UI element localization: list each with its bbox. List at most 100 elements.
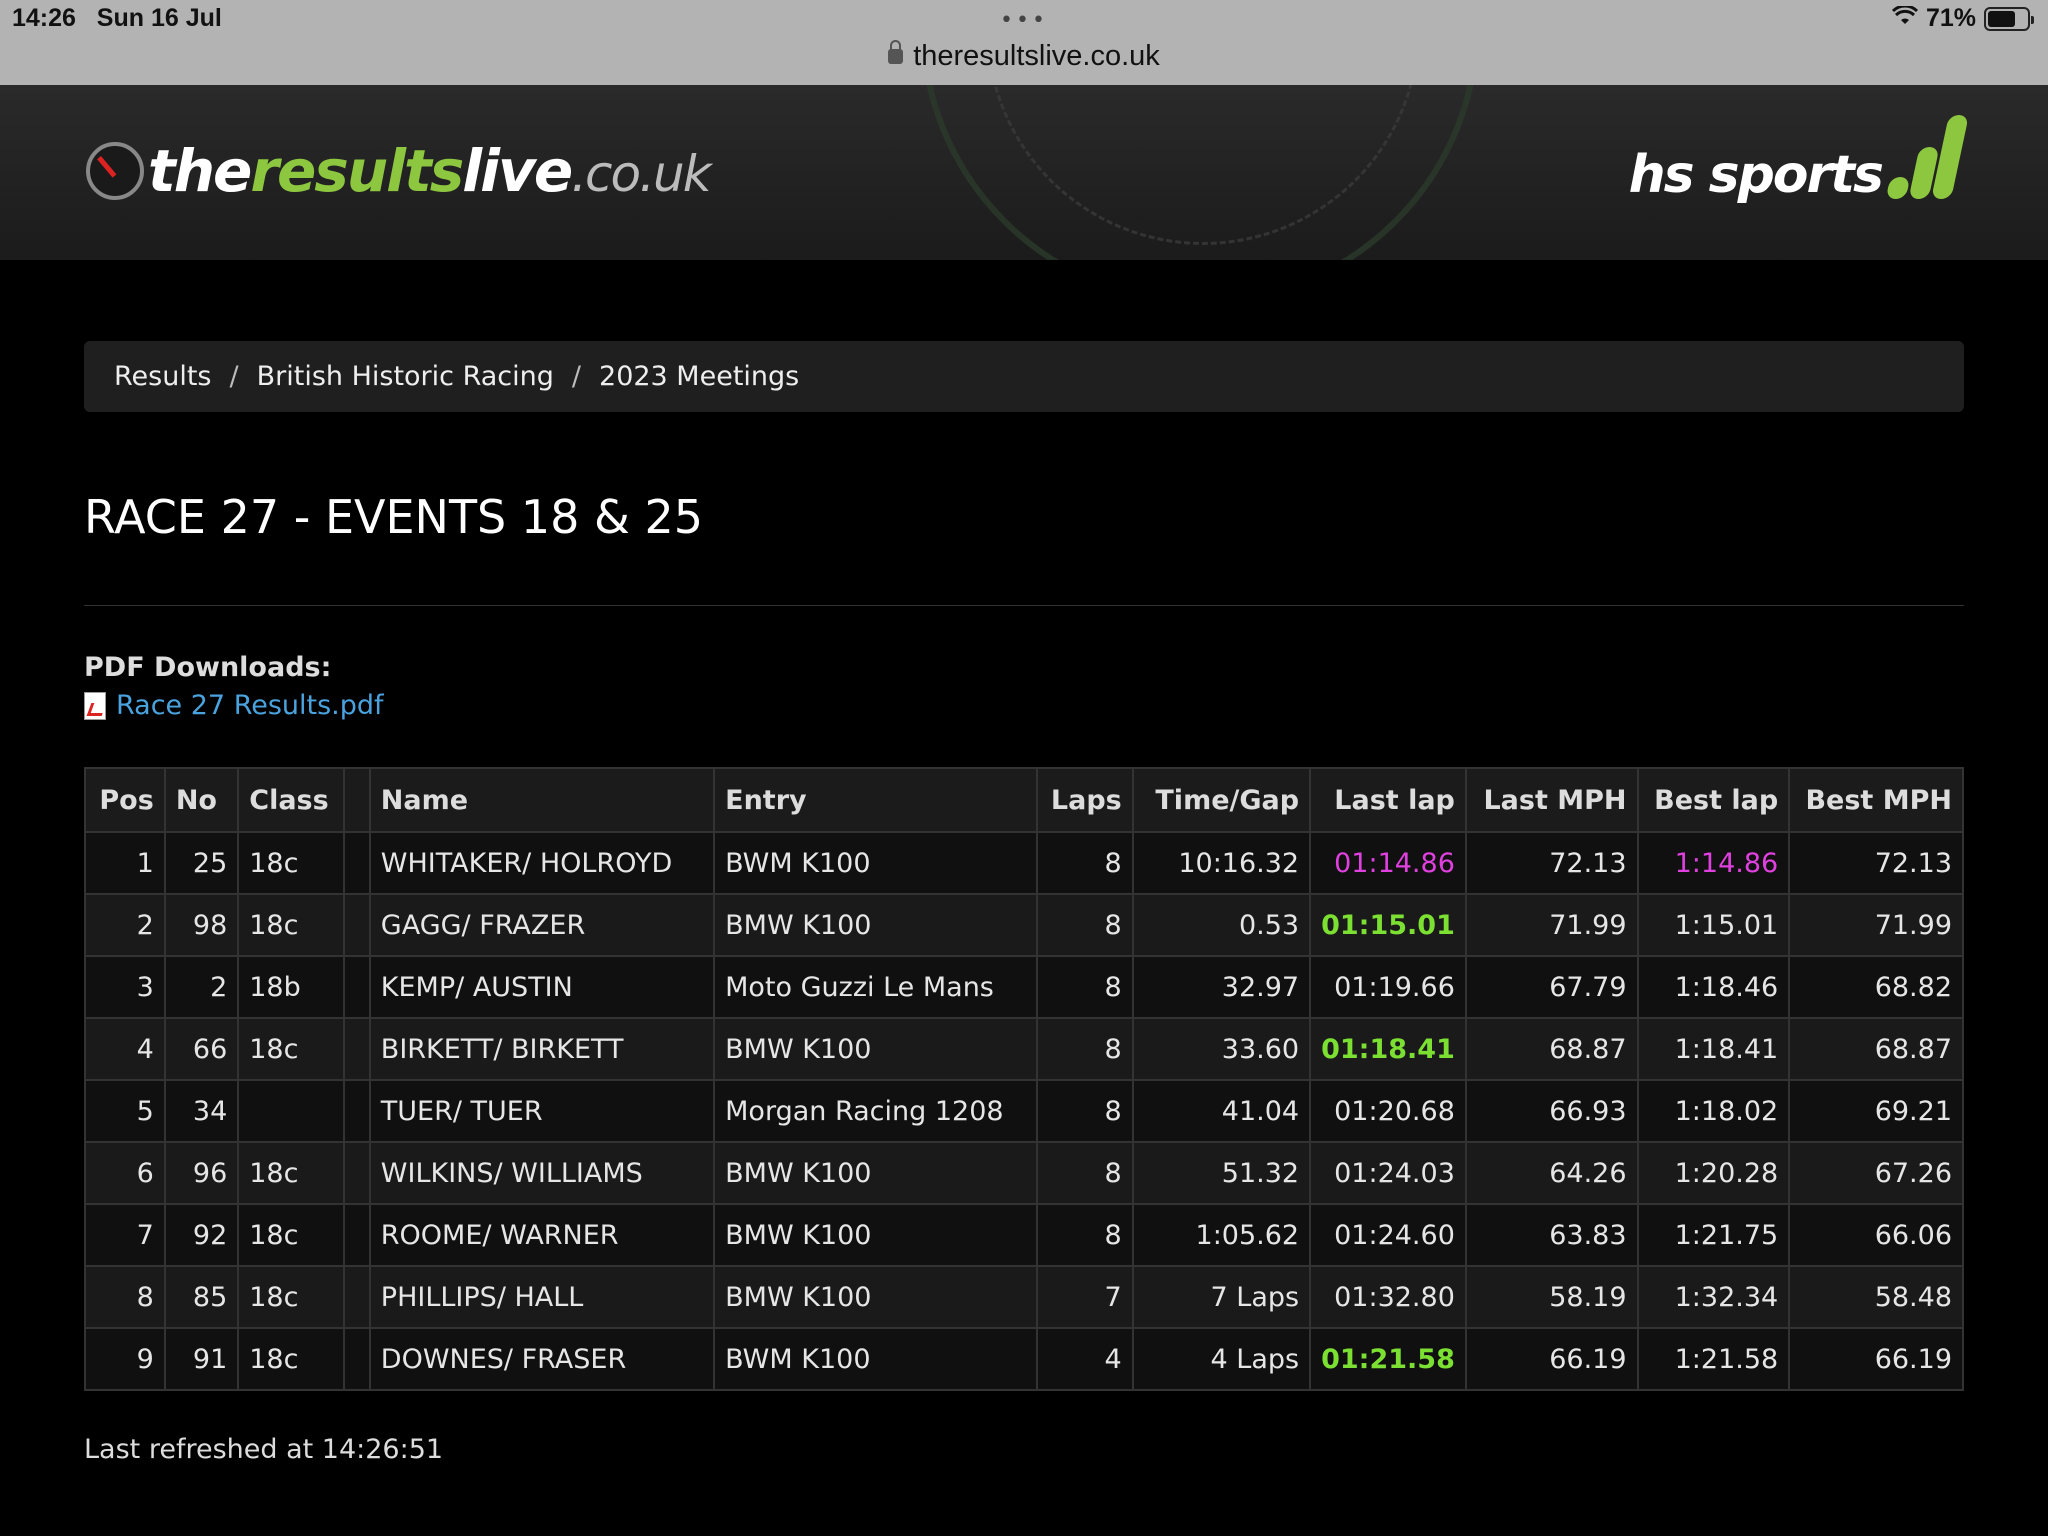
cell-no: 92 xyxy=(163,1203,240,1267)
cell-pos: 5 xyxy=(84,1079,166,1143)
cell-blank xyxy=(343,1203,371,1267)
pdf-icon xyxy=(84,691,106,720)
table-row: 7 92 18c ROOME/ WARNER BMW K100 8 1:05.62 01:24… xyxy=(84,1203,1964,1267)
hs-sports-logo[interactable]: hs sports xyxy=(1629,115,1969,205)
pdf-filename[interactable]: Race 27 Results.pdf xyxy=(116,690,384,721)
cell-time-gap: 4 Laps xyxy=(1131,1327,1312,1391)
col-header-no[interactable]: No xyxy=(163,767,240,833)
cell-last-lap: 01:24.03 xyxy=(1309,1141,1467,1205)
breadcrumb-british-historic-racing[interactable]: British Historic Racing xyxy=(257,361,554,392)
cell-pos: 3 xyxy=(84,955,166,1019)
tab-menu-icon[interactable]: ••• xyxy=(1000,8,1048,33)
cell-best-lap: 1:21.75 xyxy=(1636,1203,1791,1267)
cell-class: 18c xyxy=(237,893,346,957)
cell-last-mph: 66.19 xyxy=(1464,1327,1639,1391)
cell-no: 98 xyxy=(163,893,240,957)
cell-last-lap: 01:20.68 xyxy=(1309,1079,1467,1143)
col-header-class[interactable]: Class xyxy=(237,767,346,833)
cell-no: 96 xyxy=(163,1141,240,1205)
cell-last-mph: 71.99 xyxy=(1464,893,1639,957)
cell-name: BIRKETT/ BIRKETT xyxy=(368,1017,716,1081)
cell-time-gap: 7 Laps xyxy=(1131,1265,1312,1329)
col-header-pos[interactable]: Pos xyxy=(84,767,166,833)
cell-last-mph: 68.87 xyxy=(1464,1017,1639,1081)
cell-best-lap: 1:14.86 xyxy=(1636,831,1791,895)
cell-best-mph: 68.87 xyxy=(1788,1017,1964,1081)
cell-name: ROOME/ WARNER xyxy=(368,1203,716,1267)
cell-best-mph: 72.13 xyxy=(1788,831,1964,895)
cell-pos: 2 xyxy=(84,893,166,957)
table-row: 6 96 18c WILKINS/ WILLIAMS BMW K100 8 51.32 01:… xyxy=(84,1141,1964,1205)
cell-name: DOWNES/ FRASER xyxy=(368,1327,716,1391)
col-header-last-lap[interactable]: Last lap xyxy=(1309,767,1467,833)
table-row: 9 91 18c DOWNES/ FRASER BWM K100 4 4 Laps 01:21… xyxy=(84,1327,1964,1391)
col-header-best-mph[interactable]: Best MPH xyxy=(1788,767,1964,833)
cell-class: 18b xyxy=(237,955,346,1019)
cell-entry: BWM K100 xyxy=(713,831,1038,895)
table-row: 4 66 18c BIRKETT/ BIRKETT BMW K100 8 33.60 01:1… xyxy=(84,1017,1964,1081)
cell-blank xyxy=(343,1017,371,1081)
pdf-download-link[interactable]: Race 27 Results.pdf xyxy=(84,690,384,721)
cell-time-gap: 33.60 xyxy=(1131,1017,1312,1081)
stopwatch-icon xyxy=(86,142,144,200)
cell-time-gap: 0.53 xyxy=(1131,893,1312,957)
cell-last-mph: 67.79 xyxy=(1464,955,1639,1019)
col-header-blank xyxy=(343,767,371,833)
cell-class: 18c xyxy=(237,1265,346,1329)
col-header-entry[interactable]: Entry xyxy=(713,767,1038,833)
cell-laps: 8 xyxy=(1035,1079,1134,1143)
cell-class xyxy=(237,1079,346,1143)
cell-blank xyxy=(343,893,371,957)
cell-best-lap: 1:32.34 xyxy=(1636,1265,1791,1329)
cell-blank xyxy=(343,1327,371,1391)
address-bar[interactable]: theresultslive.co.uk xyxy=(0,40,2048,73)
table-row: 3 2 18b KEMP/ AUSTIN Moto Guzzi Le Mans 8 32.9… xyxy=(84,955,1964,1019)
col-header-name[interactable]: Name xyxy=(368,767,716,833)
cell-entry: BMW K100 xyxy=(713,1265,1038,1329)
clock: 14:26 xyxy=(12,4,76,32)
logo-results: results xyxy=(250,137,464,205)
cell-blank xyxy=(343,955,371,1019)
col-header-laps[interactable]: Laps xyxy=(1035,767,1134,833)
cell-laps: 8 xyxy=(1035,1017,1134,1081)
col-header-time-gap[interactable]: Time/Gap xyxy=(1131,767,1312,833)
cell-entry: BMW K100 xyxy=(713,893,1038,957)
cell-name: KEMP/ AUSTIN xyxy=(368,955,716,1019)
breadcrumb-separator: / xyxy=(571,361,582,392)
cell-best-lap: 1:21.58 xyxy=(1636,1327,1791,1391)
cell-class: 18c xyxy=(237,1141,346,1205)
site-header: theresultslive.co.uk hs sports xyxy=(0,85,2048,260)
col-header-best-lap[interactable]: Best lap xyxy=(1636,767,1791,833)
cell-last-mph: 66.93 xyxy=(1464,1079,1639,1143)
cell-class: 18c xyxy=(237,1203,346,1267)
col-header-last-mph[interactable]: Last MPH xyxy=(1464,767,1639,833)
cell-laps: 8 xyxy=(1035,955,1134,1019)
cell-entry: BMW K100 xyxy=(713,1203,1038,1267)
cell-best-mph: 68.82 xyxy=(1788,955,1964,1019)
bars-icon xyxy=(1885,115,1969,199)
cell-blank xyxy=(343,1265,371,1329)
cell-no: 66 xyxy=(163,1017,240,1081)
cell-last-lap: 01:24.60 xyxy=(1309,1203,1467,1267)
cell-best-mph: 66.06 xyxy=(1788,1203,1964,1267)
cell-time-gap: 51.32 xyxy=(1131,1141,1312,1205)
cell-no: 85 xyxy=(163,1265,240,1329)
battery-percent: 71% xyxy=(1925,4,1976,32)
cell-best-lap: 1:18.46 xyxy=(1636,955,1791,1019)
url-text[interactable]: theresultslive.co.uk xyxy=(913,40,1160,72)
breadcrumb-2023-meetings[interactable]: 2023 Meetings xyxy=(599,361,799,392)
cell-blank xyxy=(343,831,371,895)
cell-best-mph: 66.19 xyxy=(1788,1327,1964,1391)
cell-laps: 8 xyxy=(1035,831,1134,895)
cell-best-mph: 58.48 xyxy=(1788,1265,1964,1329)
cell-name: WHITAKER/ HOLROYD xyxy=(368,831,716,895)
cell-class: 18c xyxy=(237,831,346,895)
status-indicators: 71% xyxy=(1891,4,2034,33)
cell-name: PHILLIPS/ HALL xyxy=(368,1265,716,1329)
site-logo[interactable]: theresultslive.co.uk xyxy=(86,137,712,205)
breadcrumb-results[interactable]: Results xyxy=(114,361,212,392)
lock-icon xyxy=(888,40,904,64)
cell-pos: 1 xyxy=(84,831,166,895)
cell-pos: 9 xyxy=(84,1327,166,1391)
table-row: 2 98 18c GAGG/ FRAZER BMW K100 8 0.53 01:15.01 7… xyxy=(84,893,1964,957)
